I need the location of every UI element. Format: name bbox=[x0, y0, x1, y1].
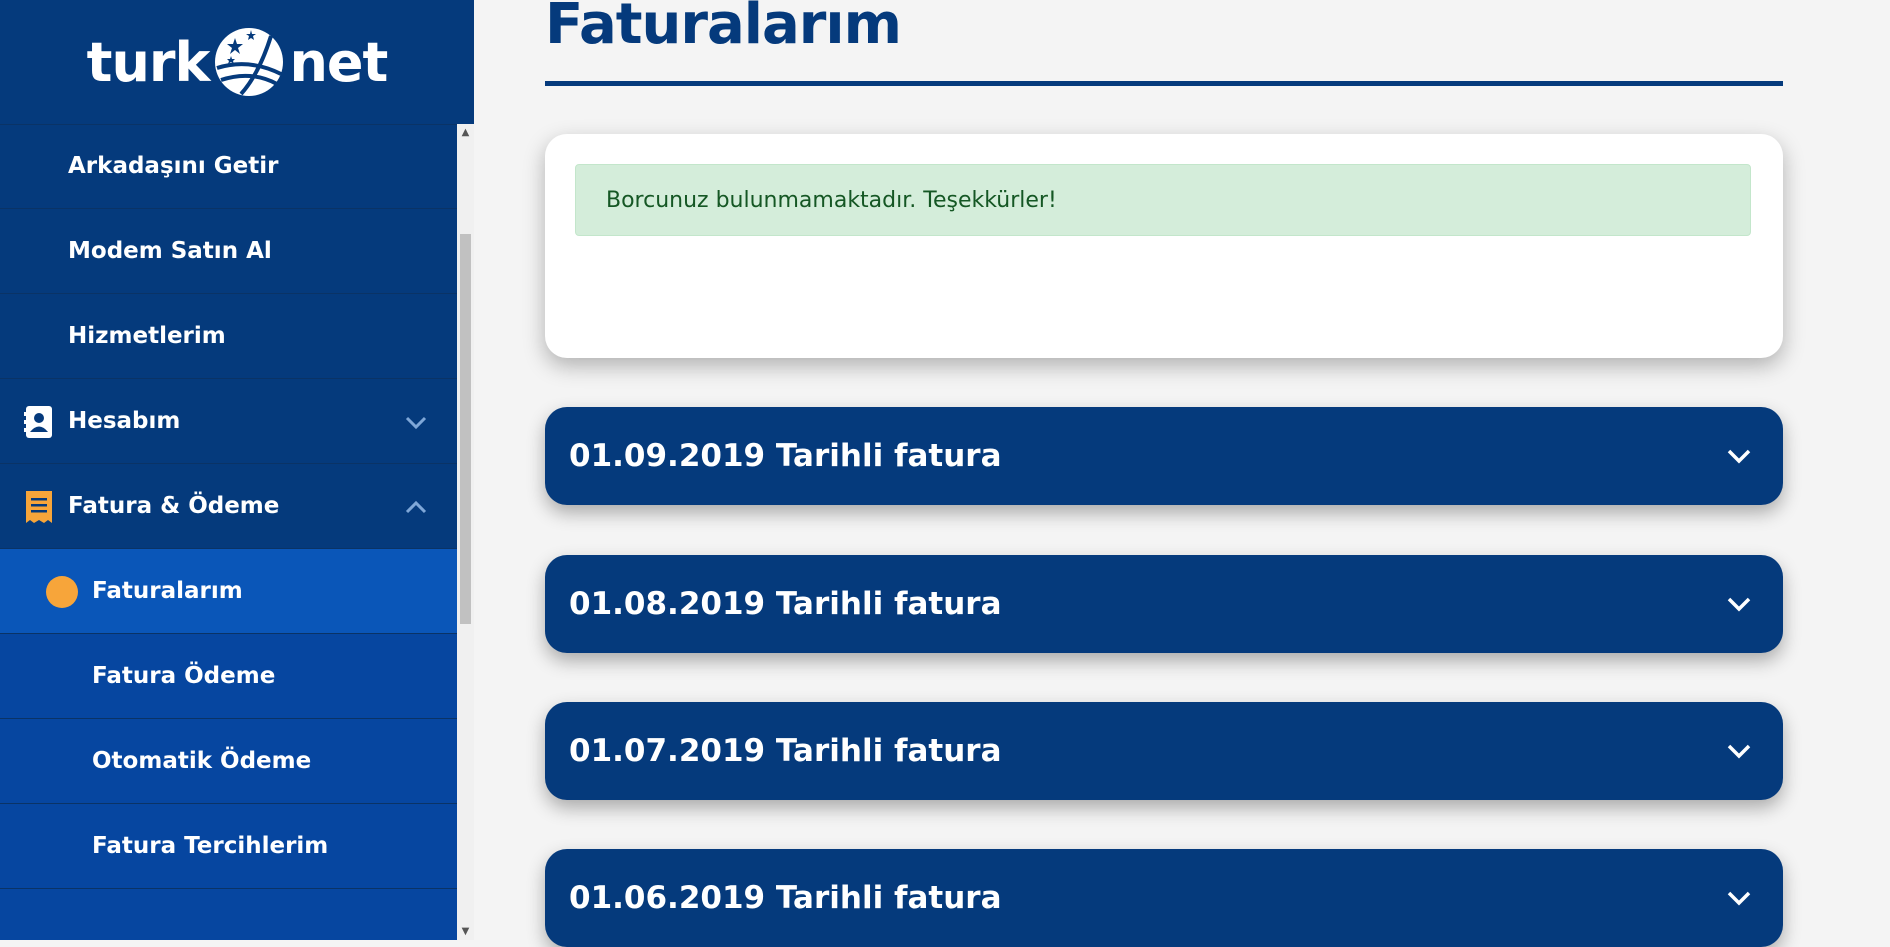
sidebar-item-modem-satin-al[interactable]: Modem Satın Al bbox=[0, 209, 457, 294]
sidebar-item-hizmetlerim[interactable]: Hizmetlerim bbox=[0, 294, 457, 379]
scrollbar-thumb[interactable] bbox=[460, 234, 471, 624]
sidebar-item-more[interactable] bbox=[0, 889, 457, 940]
chevron-down-icon bbox=[405, 416, 427, 430]
invoice-title: 01.08.2019 Tarihli fatura bbox=[569, 586, 1002, 622]
chevron-down-icon bbox=[1727, 891, 1751, 906]
invoice-title: 01.07.2019 Tarihli fatura bbox=[569, 733, 1002, 769]
invoice-accordion-item[interactable]: 01.07.2019 Tarihli fatura bbox=[545, 702, 1783, 800]
title-divider bbox=[545, 81, 1783, 86]
page-title: Faturalarım bbox=[545, 0, 902, 57]
sidebar-item-label: Hesabım bbox=[68, 408, 181, 434]
sidebar-item-hesabim[interactable]: Hesabım bbox=[0, 379, 457, 464]
active-indicator-dot bbox=[46, 576, 78, 608]
success-alert: Borcunuz bulunmamaktadır. Teşekkürler! bbox=[575, 164, 1751, 236]
sidebar-item-fatura-tercihlerim[interactable]: Fatura Tercihlerim bbox=[0, 804, 457, 889]
sidebar-item-label: Fatura & Ödeme bbox=[68, 493, 280, 519]
sidebar-item-otomatik-odeme[interactable]: Otomatik Ödeme bbox=[0, 719, 457, 804]
sidebar-scrollbar[interactable]: ▲ ▼ bbox=[457, 124, 474, 940]
invoice-accordion-item[interactable]: 01.06.2019 Tarihli fatura bbox=[545, 849, 1783, 947]
notice-card: Borcunuz bulunmamaktadır. Teşekkürler! bbox=[545, 134, 1783, 358]
main-content: Faturalarım Borcunuz bulunmamaktadır. Te… bbox=[474, 0, 1890, 947]
sidebar-item-label: Arkadaşını Getir bbox=[68, 153, 279, 179]
chevron-down-icon bbox=[1727, 744, 1751, 759]
sidebar: turk net Arkadaşını Getir Modem Satın Al… bbox=[0, 0, 474, 940]
logo-text-net: net bbox=[289, 30, 388, 94]
invoice-title: 01.09.2019 Tarihli fatura bbox=[569, 438, 1002, 474]
sidebar-item-label: Modem Satın Al bbox=[68, 238, 272, 264]
invoice-title: 01.06.2019 Tarihli fatura bbox=[569, 880, 1002, 916]
invoice-accordion-item[interactable]: 01.09.2019 Tarihli fatura bbox=[545, 407, 1783, 505]
scroll-down-arrow-icon[interactable]: ▼ bbox=[457, 923, 474, 940]
sidebar-item-label: Hizmetlerim bbox=[68, 323, 226, 349]
sidebar-item-faturalarim[interactable]: Faturalarım bbox=[0, 549, 457, 634]
sidebar-item-fatura-odeme-sub[interactable]: Fatura Ödeme bbox=[0, 634, 457, 719]
sidebar-item-label: Faturalarım bbox=[92, 578, 243, 604]
chevron-up-icon bbox=[405, 500, 427, 514]
globe-icon bbox=[215, 28, 284, 96]
sidebar-item-label: Otomatik Ödeme bbox=[92, 748, 312, 774]
sidebar-item-fatura-odeme[interactable]: Fatura & Ödeme bbox=[0, 464, 457, 549]
contact-card-icon bbox=[24, 406, 52, 438]
scroll-up-arrow-icon[interactable]: ▲ bbox=[457, 124, 474, 141]
invoice-accordion-item[interactable]: 01.08.2019 Tarihli fatura bbox=[545, 555, 1783, 653]
logo-text-turk: turk bbox=[86, 30, 211, 94]
turknet-logo[interactable]: turk net bbox=[87, 24, 388, 100]
logo-area: turk net bbox=[0, 0, 474, 125]
sidebar-item-arkadasini-getir[interactable]: Arkadaşını Getir bbox=[0, 124, 457, 209]
chevron-down-icon bbox=[1727, 597, 1751, 612]
sidebar-item-label: Fatura Ödeme bbox=[92, 663, 276, 689]
sidebar-item-label: Fatura Tercihlerim bbox=[92, 833, 329, 859]
chevron-down-icon bbox=[1727, 449, 1751, 464]
sidebar-menu: Arkadaşını Getir Modem Satın Al Hizmetle… bbox=[0, 124, 457, 940]
receipt-icon bbox=[26, 491, 52, 523]
